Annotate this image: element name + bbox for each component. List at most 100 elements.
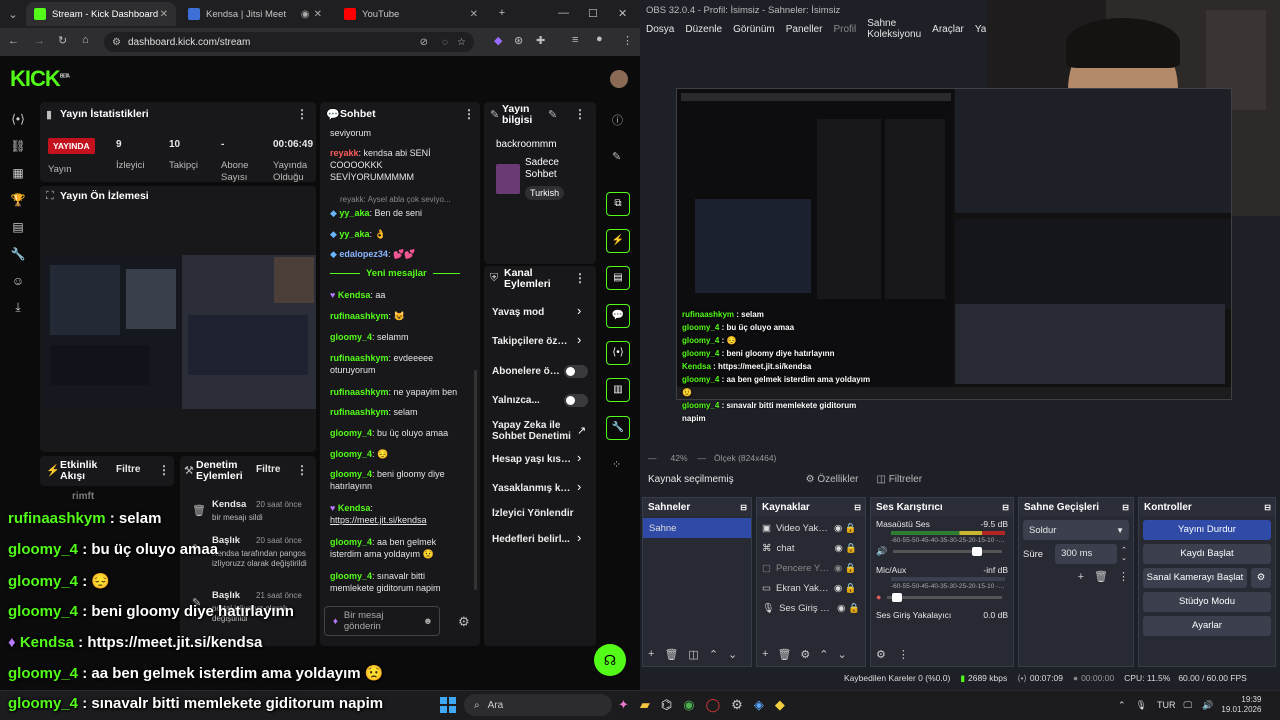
taskbar-search[interactable]: ⌕ Ara <box>464 694 612 716</box>
network-icon[interactable]: 🖵 <box>1183 700 1192 711</box>
dock-menu-icon[interactable]: ⊟ <box>740 503 747 512</box>
source-item[interactable]: ▣ Video Yakala ◉ 🔒 <box>757 518 865 538</box>
stream-preview-video[interactable] <box>42 255 316 409</box>
eye-off-icon[interactable]: ◌ <box>442 37 448 48</box>
scene-item[interactable]: Sahne <box>643 518 751 538</box>
profile-icon[interactable]: ● <box>596 33 603 45</box>
app-icon[interactable]: ◆ <box>775 697 785 713</box>
volume-slider[interactable] <box>893 547 1002 556</box>
link-icon[interactable]: ⛓ <box>9 139 27 157</box>
notes-button[interactable]: ▤ <box>606 266 630 290</box>
add-scene-icon[interactable]: + <box>648 648 654 660</box>
set-goals[interactable]: Hedefleri belirl... <box>492 534 572 545</box>
maximize-icon[interactable]: ☐ <box>588 7 598 20</box>
more-icon[interactable]: ⋮ <box>574 107 586 121</box>
speaker-icon[interactable]: 🔊 <box>876 546 887 557</box>
transition-select[interactable]: Soldur ▼ <box>1023 520 1129 540</box>
more-icon[interactable]: ⋮ <box>296 463 308 477</box>
add-source-icon[interactable]: + <box>762 648 768 660</box>
volume-slider[interactable] <box>887 592 1002 602</box>
bookmark-star-icon[interactable]: ☆ <box>457 37 466 48</box>
ai-moderation[interactable]: Yapay Zeka ile Sohbet Denetimi <box>492 420 572 442</box>
extension-icon[interactable]: ◆ <box>494 34 502 47</box>
activity-filter-button[interactable]: Filtre <box>116 464 140 475</box>
library-icon[interactable]: ▤ <box>9 220 27 238</box>
slow-mode-toggle[interactable]: Yavaş mod <box>492 307 572 318</box>
remove-transition-icon[interactable]: 🗑 <box>1094 570 1108 583</box>
filters-button[interactable]: ◫ Filtreler <box>876 474 922 485</box>
menu-view[interactable]: Görünüm <box>733 24 775 35</box>
app-icon[interactable]: ◈ <box>754 697 764 713</box>
community-icon[interactable]: ☺ <box>9 274 27 292</box>
remove-source-icon[interactable]: 🗑 <box>777 648 791 661</box>
menu-profile[interactable]: Profil <box>833 24 856 35</box>
audit-filter-button[interactable]: Filtre <box>256 464 280 475</box>
studio-mode-button[interactable]: Stüdyo Modu <box>1143 592 1271 612</box>
virtual-camera-settings-icon[interactable]: ⚙ <box>1251 568 1271 588</box>
chat-settings-icon[interactable]: ⚙ <box>458 614 470 630</box>
toggle-switch[interactable] <box>564 394 588 407</box>
stop-stream-button[interactable]: Yayını Durdur <box>1143 520 1271 540</box>
tab-jitsi-meet[interactable]: Kendsa | Jitsi Meet ◉ ✕ <box>180 2 330 26</box>
steam-icon[interactable]: ⚙ <box>731 697 743 713</box>
close-tab-icon[interactable]: ✕ <box>470 9 478 20</box>
reload-icon[interactable]: ↻ <box>58 34 67 47</box>
remove-scene-icon[interactable]: 🗑 <box>664 648 678 661</box>
source-item[interactable]: 🎙Ses Giriş Yaka◉ 🔒 <box>757 598 865 618</box>
duration-input[interactable]: 300 ms <box>1055 544 1118 564</box>
download-icon[interactable]: ⤓ <box>9 300 27 318</box>
menu-tools[interactable]: Araçlar <box>932 24 964 35</box>
edit-icon[interactable]: ✎ <box>548 108 557 121</box>
chevron-right-icon[interactable]: › <box>577 332 581 347</box>
media-icon[interactable]: ≡ <box>572 34 578 46</box>
tab-list-icon[interactable]: ⌄ <box>6 8 20 21</box>
clock[interactable]: 19:39 19.01.2026 <box>1221 695 1261 715</box>
chat-input[interactable]: ♦ Bir mesaj gönderin ☻ <box>324 606 440 636</box>
tab-youtube[interactable]: YouTube ✕ <box>336 2 486 26</box>
zoom-level[interactable]: 42% <box>671 453 688 463</box>
chevron-right-icon[interactable]: › <box>577 530 581 545</box>
close-tab-icon[interactable]: ✕ <box>314 9 322 20</box>
menu-scene-collection[interactable]: Sahne Koleksiyonu <box>867 18 921 40</box>
chevron-right-icon[interactable]: › <box>577 450 581 465</box>
toggle-switch[interactable] <box>564 365 588 378</box>
minimize-icon[interactable]: — <box>558 7 569 19</box>
start-virtual-camera-button[interactable]: Sanal Kamerayı Başlat <box>1143 568 1247 588</box>
more-icon[interactable]: ⋮ <box>898 648 909 661</box>
forward-icon[interactable]: → <box>34 35 45 47</box>
emoji-icon[interactable]: ☻ <box>423 616 433 627</box>
broadcast-button[interactable]: ⟨•⟩ <box>606 341 630 365</box>
source-item[interactable]: ⌘ chat ◉ 🔒 <box>757 538 865 558</box>
wrench-icon[interactable]: 🔧 <box>9 247 27 265</box>
banned-words[interactable]: Yasaklanmış kelin <box>492 483 572 494</box>
tray-expand-icon[interactable]: ⌃ <box>1118 700 1126 711</box>
camera-blocked-icon[interactable]: ⊘ <box>420 37 428 48</box>
dock-menu-icon[interactable]: ⊟ <box>1264 503 1271 512</box>
menu-docks[interactable]: Paneller <box>786 24 823 35</box>
account-age-restriction[interactable]: Hesap yaşı kısıtla <box>492 454 572 465</box>
viewer-redirect[interactable]: İzleyici Yönlendir <box>492 508 582 519</box>
subscribers-only-toggle[interactable]: Abonelere öz... <box>492 366 560 377</box>
opera-icon[interactable]: ◯ <box>706 697 721 713</box>
filter-icon[interactable]: ◫ <box>688 648 698 661</box>
more-icon[interactable]: ⋮ <box>158 463 170 477</box>
mute-icon[interactable]: ● <box>876 592 881 602</box>
kick-logo[interactable]: KICKBETA <box>10 66 70 92</box>
more-icon[interactable]: ⋮ <box>463 107 475 121</box>
extensions-puzzle-icon[interactable]: ✚ <box>536 34 545 47</box>
windows-start-icon[interactable] <box>440 697 456 713</box>
menu-edit[interactable]: Düzenle <box>685 24 722 35</box>
chevron-right-icon[interactable]: › <box>577 479 581 494</box>
source-item[interactable]: ▢ Pencere Yaka ◉ 🔒 <box>757 558 865 578</box>
mixer-settings-icon[interactable]: ⚙ <box>876 648 886 661</box>
apps-icon[interactable]: ⁘ <box>612 458 621 471</box>
file-explorer-icon[interactable]: ▰ <box>640 697 650 713</box>
external-link-icon[interactable]: ↗ <box>577 424 586 437</box>
info-icon[interactable]: ⓘ <box>612 112 623 128</box>
chatgpt-icon[interactable]: ⌬ <box>661 697 672 713</box>
copilot-icon[interactable]: ✦ <box>618 697 629 713</box>
menu-icon[interactable]: ⋮ <box>622 34 633 47</box>
wrench-button[interactable]: 🔧 <box>606 416 630 440</box>
chrome-icon[interactable]: ◉ <box>683 697 694 713</box>
more-icon[interactable]: ⋮ <box>1118 570 1129 583</box>
